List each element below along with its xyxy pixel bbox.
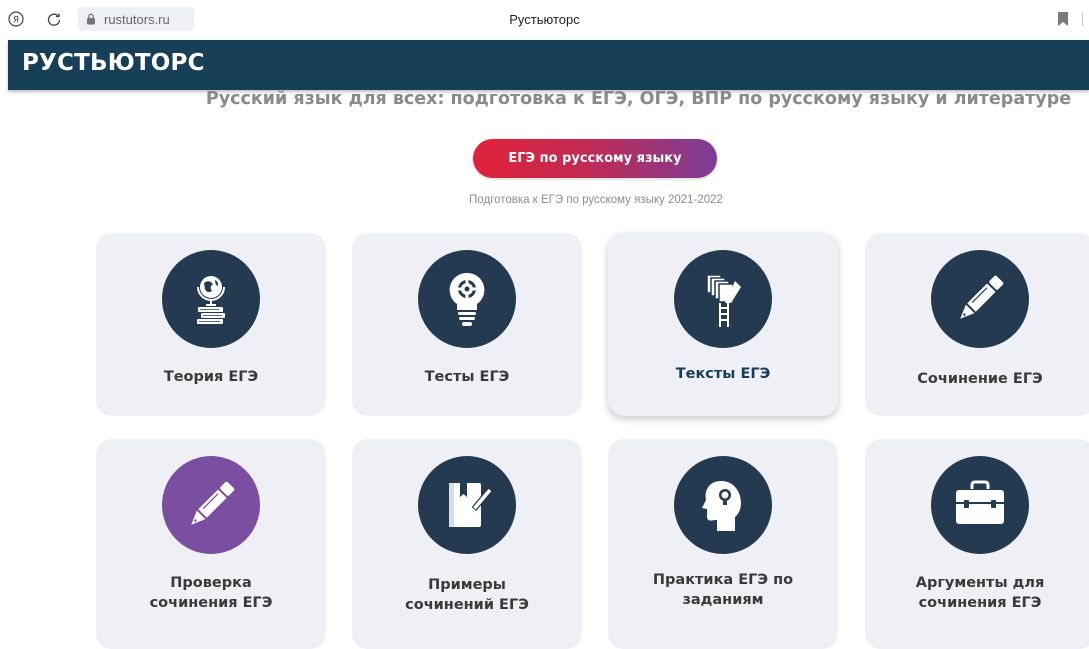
card-arguments[interactable]: Аргументы для сочинения ЕГЭ (865, 439, 1089, 649)
papers-ladder-icon (674, 250, 772, 348)
browser-toolbar: Я rustutors.ru Рустьюторс (0, 0, 1089, 40)
notebook-pen-icon (418, 456, 516, 554)
card-essay-check[interactable]: Проверка сочинения ЕГЭ (96, 439, 326, 649)
svg-text:Я: Я (13, 16, 19, 26)
card-theory[interactable]: Теория ЕГЭ (96, 233, 326, 416)
cta-caption: Подготовка к ЕГЭ по русскому языку 2021-… (469, 194, 723, 206)
card-label: Тексты ЕГЭ (675, 366, 771, 382)
address-bar[interactable]: rustutors.ru (78, 7, 194, 31)
card-label: Тесты ЕГЭ (424, 369, 510, 385)
globe-books-icon (162, 250, 260, 348)
site-header: РУСТЬЮТОРС (8, 40, 1089, 90)
lightbulb-gear-icon (418, 250, 516, 348)
card-texts[interactable]: Тексты ЕГЭ (608, 233, 838, 416)
head-lightbulb-icon (674, 456, 772, 554)
briefcase-icon (931, 456, 1029, 554)
page-subtitle: Русский язык для всех: подготовка к ЕГЭ,… (205, 89, 1072, 109)
card-label: Теория ЕГЭ (163, 369, 259, 385)
toolbar-divider (1082, 12, 1083, 26)
card-essay-examples[interactable]: Примеры сочинений ЕГЭ (352, 439, 582, 649)
site-logo[interactable]: РУСТЬЮТОРС (22, 50, 205, 76)
card-label: Практика ЕГЭ по заданиям (652, 572, 794, 608)
reload-icon[interactable] (44, 9, 64, 29)
card-label: Примеры сочинений ЕГЭ (405, 577, 529, 613)
card-practice[interactable]: Практика ЕГЭ по заданиям (608, 439, 838, 649)
pen-icon (162, 456, 260, 554)
lock-icon (84, 12, 98, 26)
card-label: Аргументы для сочинения ЕГЭ (915, 575, 1045, 611)
ege-russian-button[interactable]: ЕГЭ по русскому языку (473, 139, 717, 178)
card-label: Сочинение ЕГЭ (917, 371, 1043, 387)
yandex-icon[interactable]: Я (6, 9, 26, 29)
card-label: Проверка сочинения ЕГЭ (149, 575, 273, 611)
card-essay[interactable]: Сочинение ЕГЭ (865, 233, 1089, 416)
bookmark-icon[interactable] (1057, 12, 1069, 26)
card-tests[interactable]: Тесты ЕГЭ (352, 233, 582, 416)
url-text: rustutors.ru (104, 11, 170, 27)
pen-icon (931, 250, 1029, 348)
